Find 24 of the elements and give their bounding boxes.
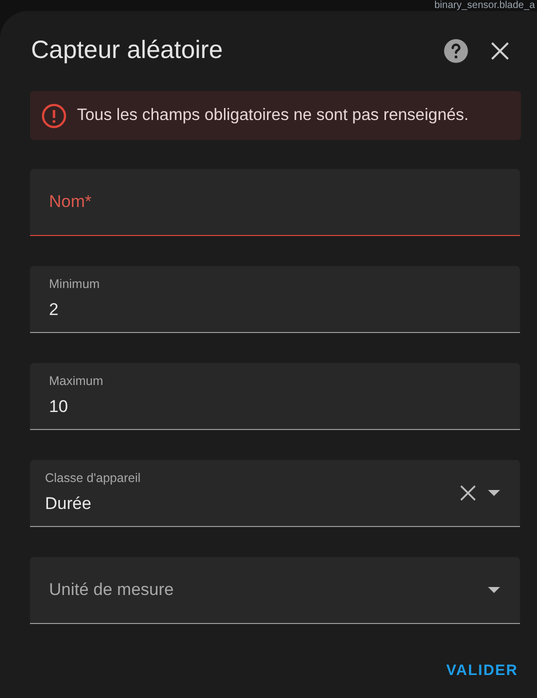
clear-button[interactable] bbox=[460, 485, 476, 501]
clear-icon bbox=[460, 485, 476, 501]
dialog-title: Capteur aléatoire bbox=[31, 35, 224, 66]
input-field[interactable]: Maximum 10 bbox=[30, 363, 520, 430]
help-icon bbox=[443, 38, 469, 64]
dropdown-arrow-icon[interactable] bbox=[488, 490, 500, 496]
field-label: Minimum bbox=[49, 276, 101, 294]
select-field[interactable]: Classe d'appareil Durée bbox=[30, 460, 520, 527]
field-value: 10 bbox=[49, 396, 69, 418]
field-label: Classe d'appareil bbox=[45, 470, 142, 488]
background-text: binary_sensor.blade_a bbox=[434, 0, 535, 11]
field-label: Nom* bbox=[49, 191, 93, 214]
submit-button[interactable]: VALIDER bbox=[444, 656, 520, 686]
close-icon bbox=[491, 42, 509, 60]
input-field[interactable]: Nom* bbox=[30, 169, 520, 236]
input-field[interactable]: Minimum 2 bbox=[30, 266, 520, 333]
field-value: Durée bbox=[45, 493, 92, 516]
select-field[interactable]: Unité de mesure bbox=[30, 557, 520, 624]
error-icon bbox=[41, 102, 67, 128]
field-label: Maximum bbox=[49, 373, 104, 390]
field-value: 2 bbox=[49, 299, 60, 322]
dropdown-arrow-icon[interactable] bbox=[488, 587, 500, 593]
error-message: Tous les champs obligatoires ne sont pas renseignés. bbox=[77, 105, 469, 126]
field-label: Unité de mesure bbox=[49, 579, 175, 602]
